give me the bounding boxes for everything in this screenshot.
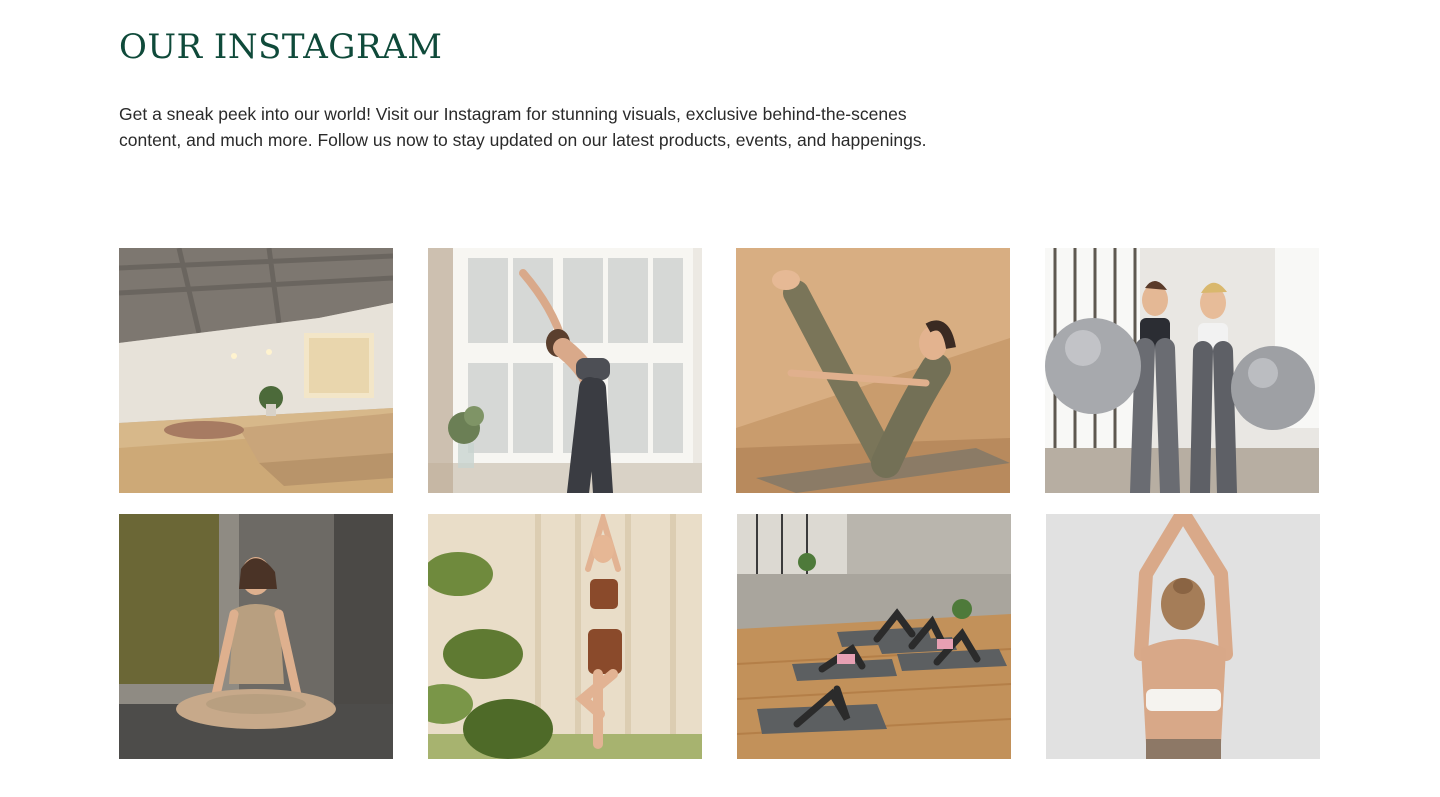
gallery-photo-tree-pose-by-curtains[interactable] (428, 514, 702, 759)
gallery-photo-group-pilates-bridges[interactable] (737, 514, 1011, 759)
two-women-with-exercise-balls-image (1045, 248, 1319, 493)
gallery-photo-backbend-by-window[interactable] (428, 248, 702, 493)
group-pilates-bridges-image (737, 514, 1011, 759)
description-line-2: content, and much more. Follow us now to… (119, 130, 927, 150)
studio-interior-image (119, 248, 393, 493)
section-title: OUR INSTAGRAM (119, 27, 443, 67)
backbend-by-window-image (428, 248, 702, 493)
section-description: Get a sneak peek into our world! Visit o… (119, 101, 1019, 153)
instagram-section: OUR INSTAGRAM Get a sneak peek into our … (0, 0, 1440, 797)
gallery-photo-back-view-arms-overhead[interactable] (1046, 514, 1320, 759)
boat-pose-on-mat-image (736, 248, 1010, 493)
back-view-arms-overhead-image (1046, 514, 1320, 759)
tree-pose-by-curtains-image (428, 514, 702, 759)
seated-lotus-meditation-image (119, 514, 393, 759)
gallery-photo-two-women-with-exercise-balls[interactable] (1045, 248, 1319, 493)
description-line-1: Get a sneak peek into our world! Visit o… (119, 104, 907, 124)
gallery-photo-boat-pose-on-mat[interactable] (736, 248, 1010, 493)
gallery-photo-studio-interior[interactable] (119, 248, 393, 493)
gallery-photo-seated-lotus-meditation[interactable] (119, 514, 393, 759)
